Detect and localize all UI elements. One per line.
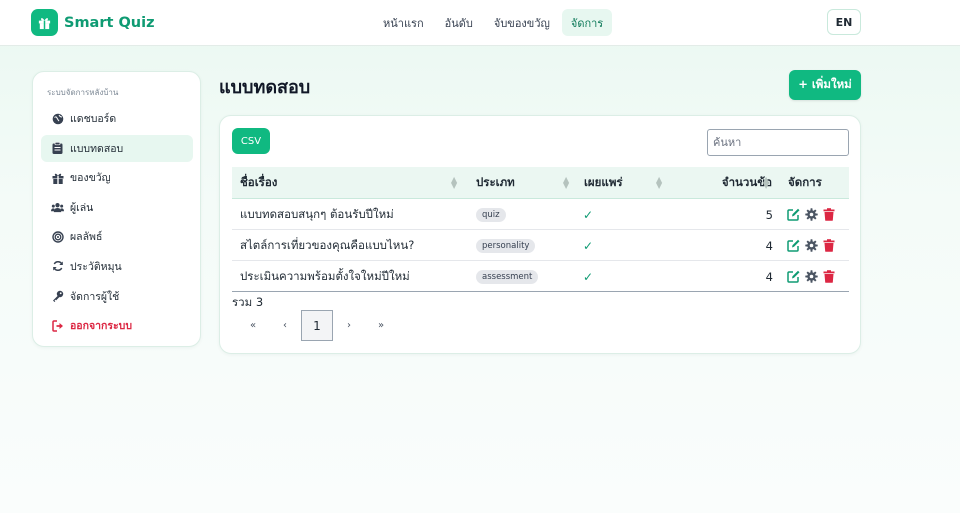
gear-icon[interactable] bbox=[805, 270, 818, 283]
sidebar-item-label: ผลลัพธ์ bbox=[70, 231, 103, 244]
quiz-title[interactable]: ประเมินความพร้อมตั้งใจใหม่ปีใหม่ bbox=[240, 261, 410, 292]
question-count: 4 bbox=[765, 269, 773, 284]
trash-icon[interactable] bbox=[823, 270, 835, 283]
sidebar-list: แดชบอร์ด แบบทดสอบ ของขวัญ ผู้เล่น ผลลัพธ bbox=[41, 105, 193, 342]
table-row: แบบทดสอบสนุกๆ ต้อนรับปีใหม่ quiz ✓ 5 bbox=[232, 199, 849, 230]
search-input[interactable] bbox=[707, 129, 849, 156]
column-header-type[interactable]: ประเภท bbox=[476, 167, 515, 199]
table-row: สไตล์การเที่ยวของคุณคือแบบไหน? personali… bbox=[232, 230, 849, 261]
row-actions bbox=[787, 199, 840, 230]
gift-icon bbox=[51, 171, 64, 184]
sidebar-item-label: ผู้เล่น bbox=[70, 201, 94, 214]
refresh-icon bbox=[51, 260, 64, 273]
sidebar-item-label: ออกจากระบบ bbox=[70, 320, 132, 333]
row-actions bbox=[787, 261, 840, 292]
sidebar-item-players[interactable]: ผู้เล่น bbox=[41, 194, 193, 221]
next-page-button[interactable]: › bbox=[333, 310, 365, 341]
type-badge: personality bbox=[476, 238, 536, 253]
sidebar-item-results[interactable]: ผลลัพธ์ bbox=[41, 223, 193, 250]
nav-manage[interactable]: จัดการ bbox=[561, 9, 613, 36]
edit-icon[interactable] bbox=[787, 239, 800, 252]
sort-icon[interactable]: ▲ ▼ bbox=[656, 176, 662, 190]
quiz-title[interactable]: สไตล์การเที่ยวของคุณคือแบบไหน? bbox=[240, 230, 414, 261]
gear-icon[interactable] bbox=[805, 239, 818, 252]
published-check-icon: ✓ bbox=[583, 238, 594, 253]
gear-icon[interactable] bbox=[805, 208, 818, 221]
sidebar-item-gifts[interactable]: ของขวัญ bbox=[41, 164, 193, 191]
published-check-icon: ✓ bbox=[583, 207, 594, 222]
sidebar-item-label: แบบทดสอบ bbox=[70, 142, 124, 155]
sidebar-item-logout[interactable]: ออกจากระบบ bbox=[41, 312, 193, 339]
add-new-button[interactable]: + เพิ่มใหม่ bbox=[789, 70, 861, 100]
question-count: 4 bbox=[765, 238, 773, 253]
sidebar-item-label: แดชบอร์ด bbox=[70, 113, 117, 125]
language-button[interactable]: EN bbox=[827, 9, 861, 35]
trash-icon[interactable] bbox=[823, 208, 835, 221]
page-button-current[interactable]: 1 bbox=[301, 310, 333, 341]
edit-icon[interactable] bbox=[787, 208, 800, 221]
top-nav: หน้าแรก อันดับ จับของขวัญ จัดการ bbox=[374, 9, 615, 36]
trash-icon[interactable] bbox=[823, 239, 835, 252]
target-icon bbox=[51, 230, 64, 243]
published-check-icon: ✓ bbox=[583, 269, 594, 284]
sidebar-item-label: จัดการผู้ใช้ bbox=[70, 290, 120, 303]
gift-icon bbox=[31, 9, 58, 36]
first-page-button[interactable]: « bbox=[237, 310, 269, 341]
sidebar: ระบบจัดการหลังบ้าน แดชบอร์ด แบบทดสอบ ของ… bbox=[32, 71, 201, 347]
nav-home[interactable]: หน้าแรก bbox=[374, 9, 433, 36]
page-title: แบบทดสอบ bbox=[219, 77, 311, 98]
quiz-table-card: CSV ชื่อเรื่อง ▲▼ ประเภท ▲▼ เผยแพร่ ▲▼ จ… bbox=[219, 115, 861, 354]
question-count: 5 bbox=[765, 207, 773, 222]
key-icon bbox=[51, 290, 64, 303]
brand[interactable]: Smart Quiz bbox=[31, 9, 155, 36]
prev-page-button[interactable]: ‹ bbox=[269, 310, 301, 341]
column-header-title[interactable]: ชื่อเรื่อง bbox=[240, 167, 277, 199]
clipboard-icon bbox=[51, 142, 64, 155]
sidebar-item-spin-history[interactable]: ประวัติหมุน bbox=[41, 253, 193, 280]
quiz-title[interactable]: แบบทดสอบสนุกๆ ต้อนรับปีใหม่ bbox=[240, 199, 394, 230]
sort-icon[interactable]: ▲ ▼ bbox=[451, 176, 457, 190]
users-icon bbox=[51, 201, 64, 214]
type-badge: assessment bbox=[476, 269, 539, 284]
column-header-actions: จัดการ bbox=[788, 175, 822, 189]
globe-icon bbox=[51, 112, 64, 125]
table-header: ชื่อเรื่อง ▲ ▼ ประเภท ▲ ▼ เผยแพร่ ▲ ▼ จำนวน… bbox=[232, 167, 849, 199]
row-actions bbox=[787, 230, 840, 261]
top-bar: Smart Quiz หน้าแรก อันดับ จับของขวัญ จัด… bbox=[0, 0, 960, 46]
column-header-published[interactable]: เผยแพร่ bbox=[584, 167, 623, 199]
nav-leaderboard[interactable]: อันดับ bbox=[436, 9, 482, 36]
sidebar-heading: ระบบจัดการหลังบ้าน bbox=[47, 88, 119, 97]
sidebar-item-label: ของขวัญ bbox=[70, 172, 111, 185]
edit-icon[interactable] bbox=[787, 270, 800, 283]
table-row: ประเมินความพร้อมตั้งใจใหม่ปีใหม่ assessm… bbox=[232, 261, 849, 292]
logout-icon bbox=[51, 319, 64, 332]
sidebar-item-dashboard[interactable]: แดชบอร์ด bbox=[41, 105, 193, 132]
sidebar-item-quizzes[interactable]: แบบทดสอบ bbox=[41, 134, 193, 162]
pagination: « ‹ 1 › » bbox=[237, 310, 397, 341]
sort-icon[interactable]: ▲ ▼ bbox=[563, 176, 569, 190]
sidebar-item-user-management[interactable]: จัดการผู้ใช้ bbox=[41, 283, 193, 310]
app-name: Smart Quiz bbox=[64, 14, 155, 31]
sort-icon[interactable]: ▲ ▼ bbox=[763, 176, 769, 190]
column-header-question-count[interactable]: จำนวนข้อ bbox=[672, 167, 772, 199]
last-page-button[interactable]: » bbox=[365, 310, 397, 341]
nav-gift-draw[interactable]: จับของขวัญ bbox=[485, 9, 559, 36]
type-badge: quiz bbox=[476, 207, 506, 222]
sidebar-item-label: ประวัติหมุน bbox=[70, 260, 122, 273]
csv-export-button[interactable]: CSV bbox=[232, 128, 270, 154]
